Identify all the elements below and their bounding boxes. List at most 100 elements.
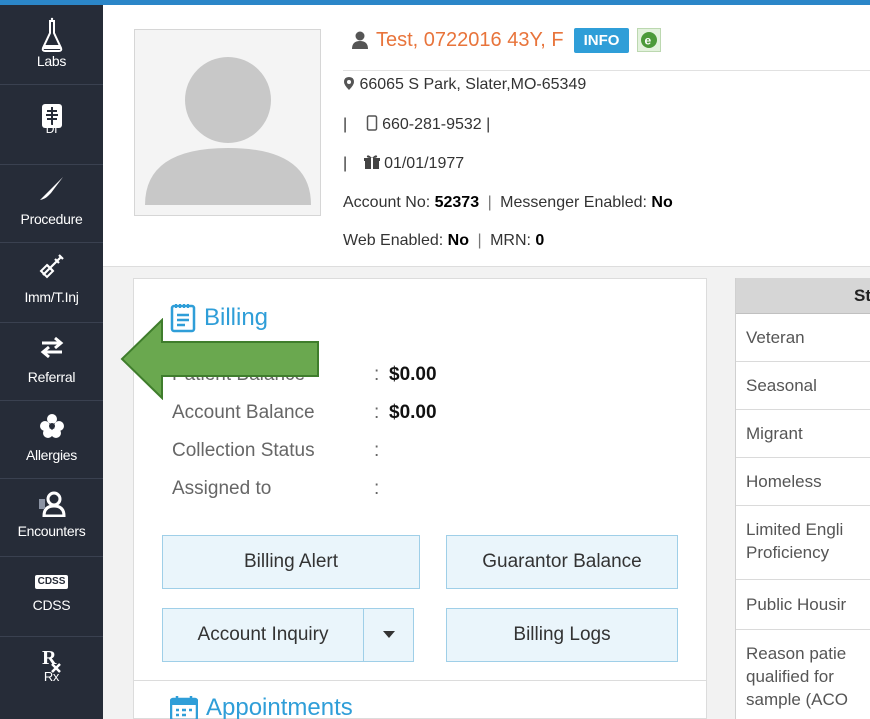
patient-photo <box>134 29 321 216</box>
avatar-placeholder-icon <box>145 57 311 205</box>
status-row-label: Homeless <box>746 472 822 491</box>
patient-name-row: Test, 0722016 43Y, F INFO e <box>350 25 662 55</box>
patient-phone: 660-281-9532 <box>382 116 482 133</box>
scalpel-icon <box>39 177 63 200</box>
separator: | <box>343 116 348 133</box>
status-row-label: Veteran <box>746 328 805 347</box>
status-row-seasonal: Seasonal <box>736 362 870 410</box>
status-row-migrant: Migrant <box>736 410 870 458</box>
header-divider <box>343 70 870 71</box>
account-no-value: 52373 <box>434 194 480 211</box>
status-row-veteran: Veteran <box>736 314 870 362</box>
billing-row-colon: : <box>374 402 380 423</box>
billing-row-colon: : <box>374 364 380 385</box>
arrows-exchange-icon <box>40 336 63 359</box>
allergy-icon <box>39 414 64 438</box>
sidebar-item-rx[interactable]: R Rx <box>0 637 103 719</box>
messenger-label: Messenger Enabled: <box>500 194 647 211</box>
status-table-header-label: St <box>854 286 870 305</box>
portal-button[interactable]: e <box>637 28 662 52</box>
patient-dob: 01/01/1977 <box>384 155 465 172</box>
sidebar-item-procedure[interactable]: Procedure <box>0 165 103 243</box>
top-accent-bar <box>0 0 870 5</box>
caret-down-icon <box>382 631 395 638</box>
status-row-label: Migrant <box>746 424 803 443</box>
sidebar: Labs DI Procedure Imm/T.Inj Referral All… <box>0 5 103 719</box>
billing-row-colon: : <box>374 478 380 499</box>
status-row-label: Public Housir <box>746 595 847 614</box>
billing-row-assigned-to: Assigned to : <box>172 478 379 500</box>
billing-row-collection-status: Collection Status : <box>172 440 379 462</box>
sidebar-item-labs[interactable]: Labs <box>0 5 103 85</box>
mrn-label: MRN: <box>490 232 531 249</box>
billing-row-value: $0.00 <box>389 402 437 423</box>
panel-divider <box>134 680 706 681</box>
user-icon <box>352 31 368 49</box>
syringe-icon <box>39 254 64 279</box>
appointments-title: Appointments <box>206 694 353 719</box>
gift-icon <box>363 155 380 169</box>
sidebar-item-label: Referral <box>27 369 76 385</box>
patient-phone-line: | 660-281-9532 | <box>343 115 490 134</box>
sidebar-item-referral[interactable]: Referral <box>0 323 103 401</box>
status-row-label: Seasonal <box>746 376 817 395</box>
messenger-value: No <box>651 194 673 211</box>
account-line: Account No: 52373 | Messenger Enabled: N… <box>343 194 673 211</box>
guarantor-balance-button[interactable]: Guarantor Balance <box>446 535 678 589</box>
web-enabled-value: No <box>447 232 469 249</box>
appointments-header: Appointments <box>170 694 353 719</box>
billing-row-colon: : <box>374 440 380 461</box>
cdss-badge: CDSS <box>34 575 69 589</box>
web-enabled-label: Web Enabled: <box>343 232 444 249</box>
sidebar-item-label: Procedure <box>20 211 83 227</box>
status-row-label: Limited Engli Proficiency <box>746 520 844 562</box>
sidebar-item-label: DI <box>45 122 58 136</box>
patient-name[interactable]: Test, 0722016 43Y, F <box>376 29 564 52</box>
sidebar-item-allergies[interactable]: Allergies <box>0 401 103 479</box>
billing-alert-button[interactable]: Billing Alert <box>162 535 420 589</box>
sidebar-item-label: CDSS <box>32 597 71 613</box>
svg-text:e: e <box>645 34 652 48</box>
sidebar-item-cdss[interactable]: CDSS CDSS <box>0 557 103 637</box>
web-line: Web Enabled: No | MRN: 0 <box>343 232 545 249</box>
billing-logs-button[interactable]: Billing Logs <box>446 608 678 662</box>
sidebar-item-imm[interactable]: Imm/T.Inj <box>0 243 103 323</box>
mrn-value: 0 <box>535 232 545 249</box>
billing-row-label: Assigned to <box>172 478 272 499</box>
green-arrow-annotation <box>120 318 319 400</box>
billing-row-label: Collection Status <box>172 440 315 461</box>
sidebar-item-label: Imm/T.Inj <box>24 289 79 305</box>
flask-icon <box>41 17 62 52</box>
account-inquiry-button[interactable]: Account Inquiry <box>162 608 364 662</box>
sidebar-item-label: Encounters <box>17 523 86 539</box>
account-no-label: Account No: <box>343 194 431 211</box>
billing-row-label: Account Balance <box>172 402 315 423</box>
sidebar-item-label: Labs <box>36 53 67 69</box>
patient-address: 66065 S Park, Slater,MO-65349 <box>359 76 587 93</box>
billing-row-value: $0.00 <box>389 364 437 385</box>
encounters-icon <box>38 491 66 517</box>
status-row-public-housing: Public Housir <box>736 580 870 630</box>
status-row-homeless: Homeless <box>736 458 870 506</box>
sidebar-item-di[interactable]: DI <box>0 85 103 165</box>
separator: | <box>486 116 491 133</box>
info-button[interactable]: INFO <box>573 27 630 53</box>
mobile-phone-icon <box>366 115 377 131</box>
status-row-reason-qualified: Reason patie qualified for sample (ACO <box>736 630 870 719</box>
status-table: St Veteran Seasonal Migrant Homeless Lim… <box>735 278 870 719</box>
separator: | <box>343 155 348 172</box>
map-marker-icon <box>344 77 354 90</box>
patient-address-line: 66065 S Park, Slater,MO-65349 <box>343 76 586 94</box>
status-row-label: Reason patie qualified for sample (ACO <box>746 644 849 709</box>
account-inquiry-dropdown-button[interactable] <box>363 608 414 662</box>
calendar-icon <box>170 696 198 719</box>
patient-dob-line: | 01/01/1977 <box>343 154 464 173</box>
sidebar-item-label: Rx <box>43 669 60 684</box>
sidebar-item-label: Allergies <box>26 447 77 463</box>
sidebar-item-encounters[interactable]: Encounters <box>0 479 103 557</box>
status-row-limited-english: Limited Engli Proficiency <box>736 506 870 580</box>
cdss-icon: CDSS <box>0 571 103 589</box>
status-table-header: St <box>736 278 870 314</box>
billing-row-account-balance: Account Balance : $0.00 <box>172 402 437 424</box>
portal-icon: e <box>641 32 658 48</box>
